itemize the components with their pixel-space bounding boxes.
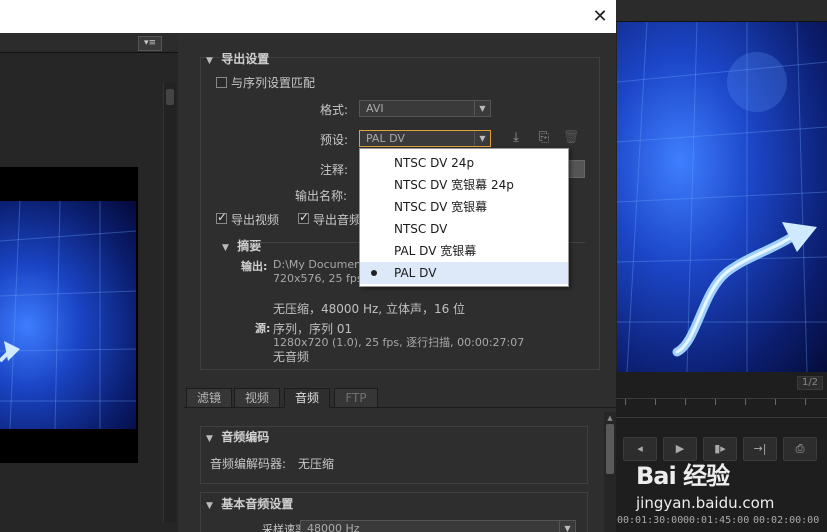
tab-video[interactable]: 视频 bbox=[234, 388, 280, 408]
export-audio-label: 导出音频 bbox=[313, 213, 362, 227]
export-audio-checkbox[interactable] bbox=[298, 210, 309, 224]
chevron-down-icon: ▼ bbox=[474, 131, 490, 146]
chevron-down-icon: ▼ bbox=[559, 521, 575, 532]
match-sequence-label: 与序列设置匹配 bbox=[231, 76, 316, 90]
sample-rate-select[interactable]: 48000 Hz ▼ bbox=[300, 520, 576, 532]
export-settings-dialog: ✕ ▾≡ ▼ 导出设置 与序列设置匹配 格式: AVI ▼ 预设: PAL DV… bbox=[0, 0, 616, 532]
export-settings-header[interactable]: ▼ 导出设置 bbox=[206, 50, 269, 67]
export-video-checkbox[interactable] bbox=[216, 210, 227, 224]
summary-source-video: 1280x720 (1.0), 25 fps, 逐行扫描, 00:00:27:0… bbox=[273, 336, 525, 349]
scroll-thumb[interactable] bbox=[166, 89, 174, 105]
source-preview-graphic bbox=[0, 201, 136, 429]
scroll-thumb[interactable] bbox=[606, 424, 614, 474]
selected-dot-icon bbox=[371, 270, 377, 276]
save-preset-icon[interactable]: ⤓ bbox=[507, 130, 525, 146]
preset-option-selected[interactable]: PAL DV bbox=[360, 262, 568, 284]
source-scrollbar[interactable] bbox=[163, 83, 176, 523]
source-preview-video bbox=[0, 201, 136, 429]
program-monitor-panel: 1/2 ◂ ▶ ▮▸ →| ⎙ 00:01:30:00 00:01:45:00 … bbox=[615, 0, 827, 532]
collapse-triangle-icon: ▼ bbox=[206, 434, 213, 444]
tab-ftp[interactable]: FTP bbox=[334, 388, 378, 408]
preset-option[interactable]: NTSC DV 宽银幕 bbox=[360, 196, 568, 218]
format-select[interactable]: AVI ▼ bbox=[359, 100, 491, 117]
summary-source-label: 源: bbox=[255, 322, 271, 335]
summary-output-video: 720x576, 25 fps, bbox=[273, 272, 367, 285]
preset-option[interactable]: NTSC DV bbox=[360, 218, 568, 240]
summary-output-path: D:\My Documents bbox=[273, 258, 372, 271]
export-video-label: 导出视频 bbox=[231, 213, 280, 227]
baidu-watermark: Bai 经验 jingyan.baidu.com bbox=[636, 456, 827, 532]
page-indicator[interactable]: 1/2 bbox=[797, 376, 823, 390]
collapse-triangle-icon: ▼ bbox=[222, 243, 229, 253]
dialog-titlebar: ✕ bbox=[0, 0, 616, 33]
audio-codec-header[interactable]: ▼ 音频编码 bbox=[206, 428, 269, 445]
summary-output-label: 输出: bbox=[241, 260, 268, 273]
tab-audio[interactable]: 音频 bbox=[284, 388, 330, 408]
match-sequence-checkbox[interactable] bbox=[216, 77, 227, 88]
summary-output-audio: 无压缩，48000 Hz, 立体声，16 位 bbox=[273, 302, 466, 316]
settings-tabs: 滤镜 视频 音频 FTP bbox=[184, 388, 616, 408]
tab-filters[interactable]: 滤镜 bbox=[186, 388, 232, 408]
program-monitor-tabbar bbox=[615, 0, 827, 22]
watermark-logo: Bai 经验 bbox=[636, 462, 730, 490]
program-monitor-graphic bbox=[617, 22, 827, 372]
timeline-ruler[interactable] bbox=[615, 398, 827, 418]
close-icon[interactable]: ✕ bbox=[588, 5, 612, 29]
watermark-url: jingyan.baidu.com bbox=[636, 494, 775, 512]
collapse-triangle-icon: ▼ bbox=[206, 501, 213, 511]
preset-option[interactable]: NTSC DV 24p bbox=[360, 152, 568, 174]
source-preview-frame bbox=[0, 167, 138, 463]
preset-label: 预设: bbox=[320, 133, 349, 147]
comment-label: 注释: bbox=[320, 163, 349, 177]
format-label: 格式: bbox=[320, 103, 349, 117]
preset-option[interactable]: PAL DV 宽银幕 bbox=[360, 240, 568, 262]
collapse-triangle-icon: ▼ bbox=[206, 56, 213, 66]
output-name-label: 输出名称: bbox=[295, 189, 348, 203]
source-toolbar: ▾≡ bbox=[0, 33, 178, 53]
scroll-up-icon[interactable]: ▲ bbox=[606, 414, 614, 422]
preset-select[interactable]: PAL DV ▼ bbox=[359, 130, 491, 147]
settings-scrollbar[interactable]: ▲ bbox=[604, 412, 616, 532]
audio-codec-value: 无压缩 bbox=[298, 457, 335, 471]
audio-codec-label: 音频编解码器: bbox=[210, 457, 287, 471]
preset-dropdown-menu: NTSC DV 24p NTSC DV 宽银幕 24p NTSC DV 宽银幕 … bbox=[359, 148, 569, 287]
panel-menu-icon[interactable]: ▾≡ bbox=[138, 36, 162, 51]
program-monitor-video bbox=[617, 22, 827, 372]
summary-source-audio: 无音频 bbox=[273, 350, 310, 364]
import-preset-icon[interactable]: ⎘ bbox=[535, 130, 553, 146]
summary-header[interactable]: ▼ 摘要 bbox=[222, 237, 261, 254]
preset-option[interactable]: NTSC DV 宽银幕 24p bbox=[360, 174, 568, 196]
basic-audio-header[interactable]: ▼ 基本音频设置 bbox=[206, 495, 293, 512]
chevron-down-icon: ▼ bbox=[474, 101, 490, 116]
delete-preset-icon[interactable]: 🗑 bbox=[562, 130, 580, 146]
